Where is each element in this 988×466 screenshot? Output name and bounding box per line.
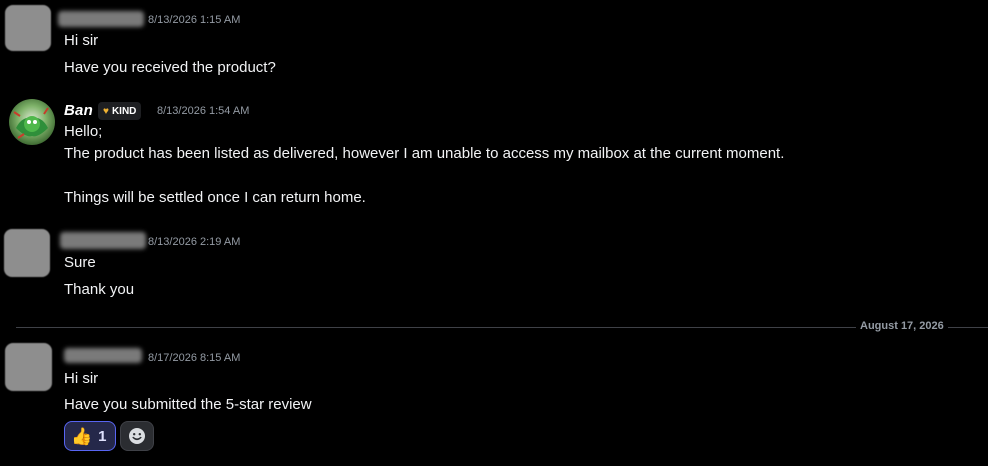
message-timestamp: 8/13/2026 1:54 AM bbox=[157, 105, 250, 117]
heart-icon: ♥ bbox=[103, 105, 109, 117]
guild-tag[interactable]: ♥ KIND bbox=[98, 102, 142, 120]
date-divider: August 17, 2026 bbox=[856, 320, 948, 332]
reaction-count: 1 bbox=[98, 427, 107, 445]
avatar[interactable] bbox=[4, 229, 50, 277]
avatar[interactable] bbox=[8, 98, 56, 146]
username-redacted[interactable] bbox=[60, 232, 146, 249]
message-text: Hi sir bbox=[64, 370, 99, 387]
message-text: The product has been listed as delivered… bbox=[64, 145, 785, 162]
date-divider-line bbox=[16, 327, 988, 328]
add-reaction-icon bbox=[129, 428, 145, 444]
message-text: Thank you bbox=[64, 281, 135, 298]
avatar-image bbox=[9, 99, 55, 145]
guild-tag-label: KIND bbox=[111, 105, 137, 117]
message-text: Sure bbox=[64, 254, 96, 271]
message-text: Hi sir bbox=[64, 32, 99, 49]
message-text: Have you submitted the 5-star review bbox=[64, 396, 312, 413]
reaction-thumbs-up[interactable]: 👍 1 bbox=[64, 421, 116, 451]
avatar[interactable] bbox=[5, 343, 52, 391]
message-text: Hello; bbox=[64, 123, 103, 140]
add-reaction-button[interactable] bbox=[120, 421, 154, 451]
message-timestamp: 8/17/2026 8:15 AM bbox=[148, 352, 241, 364]
message-text: Have you received the product? bbox=[64, 59, 276, 76]
username-redacted[interactable] bbox=[58, 11, 144, 27]
message-timestamp: 8/13/2026 1:15 AM bbox=[148, 14, 241, 26]
avatar[interactable] bbox=[5, 5, 51, 51]
username[interactable]: Ban bbox=[64, 102, 93, 119]
thumbs-up-icon: 👍 bbox=[71, 426, 93, 446]
message-timestamp: 8/13/2026 2:19 AM bbox=[148, 236, 241, 248]
username-redacted[interactable] bbox=[64, 348, 142, 363]
message-text: Things will be settled once I can return… bbox=[64, 189, 366, 206]
